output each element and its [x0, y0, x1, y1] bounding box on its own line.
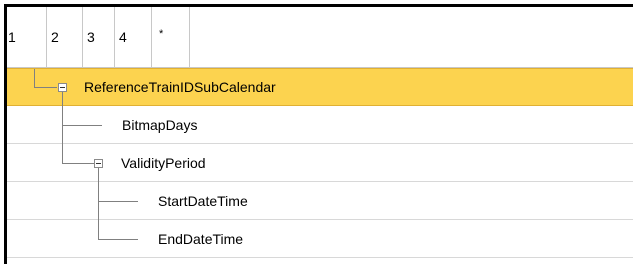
- tree-row-start-date-time[interactable]: StartDateTime: [7, 182, 633, 220]
- tree-connector-line: [98, 168, 99, 182]
- all-levels-button[interactable]: *: [152, 7, 190, 67]
- tree-connector-line: [62, 144, 63, 163]
- tree-connector-line: [98, 201, 138, 202]
- all-levels-label: *: [159, 28, 164, 40]
- level-4-label: 4: [119, 29, 127, 45]
- tree-row-label: ReferenceTrainIDSubCalendar: [84, 79, 276, 95]
- level-2-label: 2: [51, 29, 59, 45]
- level-1-label: 1: [8, 29, 16, 45]
- tree-row-bitmap-days[interactable]: BitmapDays: [7, 106, 633, 144]
- tree-connector-line: [34, 87, 57, 88]
- tree-connector-line: [62, 92, 63, 107]
- level-1-button[interactable]: 1: [7, 7, 47, 67]
- tree-row-label: ValidityPeriod: [121, 154, 206, 171]
- level-3-label: 3: [87, 29, 95, 45]
- tree-connector-line: [98, 220, 99, 239]
- minus-box-icon[interactable]: [58, 83, 67, 92]
- tree-row-label: StartDateTime: [158, 192, 248, 209]
- tree-connector-line: [34, 69, 35, 87]
- tree-list-panel: 1 2 3 4 * ReferenceTrainIDSubCalendar Bi…: [4, 4, 633, 264]
- tree-connector-line: [62, 125, 102, 126]
- tree-row-validity-period[interactable]: ValidityPeriod: [7, 144, 633, 182]
- tree-row-label: BitmapDays: [122, 116, 198, 133]
- tree-row-end-date-time[interactable]: EndDateTime: [7, 220, 633, 258]
- tree-connector-line: [98, 239, 138, 240]
- level-2-button[interactable]: 2: [47, 7, 83, 67]
- tree-row-label: EndDateTime: [158, 230, 244, 247]
- level-header: 1 2 3 4 *: [7, 7, 633, 68]
- minus-box-icon[interactable]: [94, 159, 103, 168]
- tree-connector-line: [62, 163, 94, 164]
- tree-row-reference-train-id-sub-calendar[interactable]: ReferenceTrainIDSubCalendar: [7, 68, 633, 107]
- level-3-button[interactable]: 3: [83, 7, 115, 67]
- level-4-button[interactable]: 4: [115, 7, 152, 67]
